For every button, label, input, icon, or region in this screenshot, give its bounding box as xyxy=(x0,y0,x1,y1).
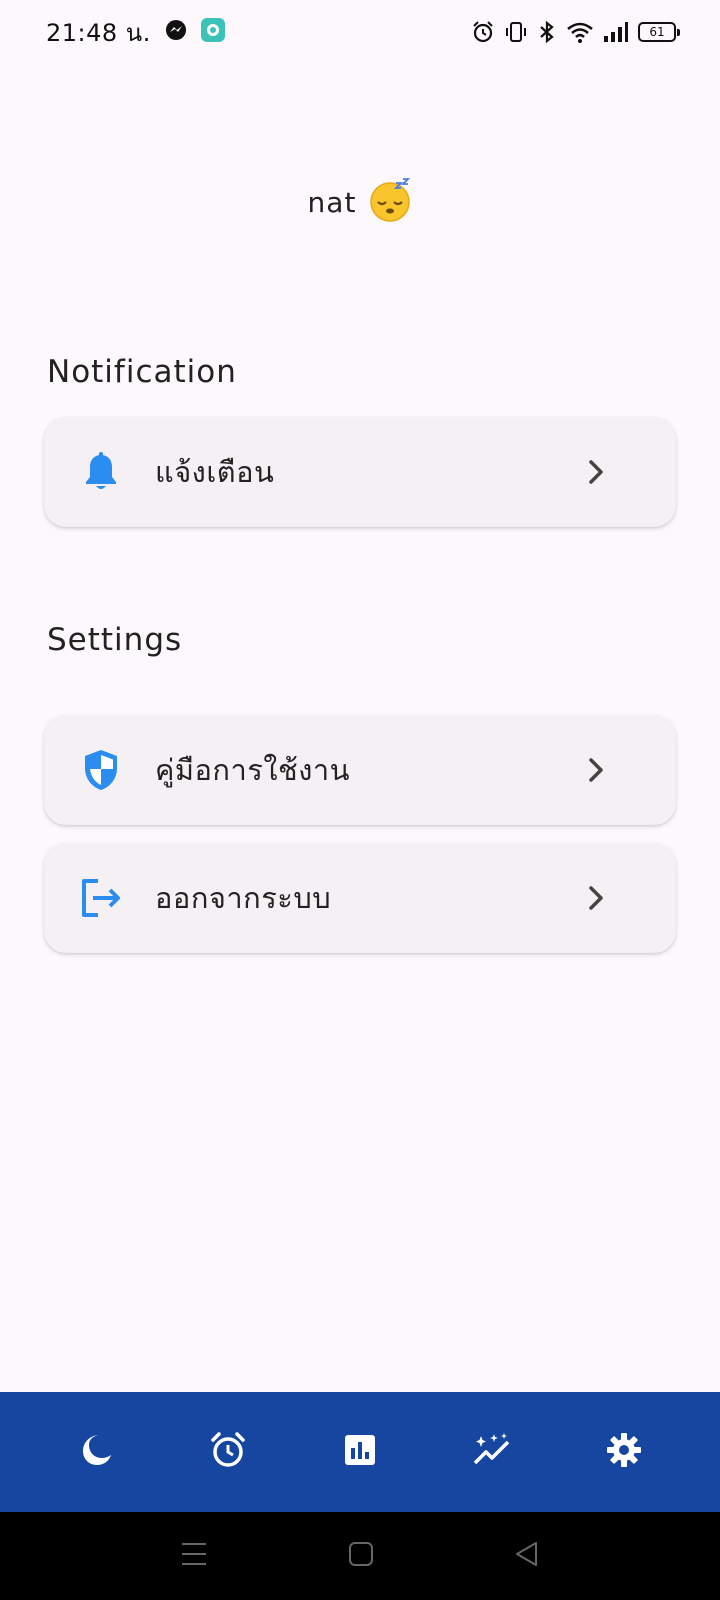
nav-insights-button[interactable] xyxy=(457,1417,527,1487)
bar-chart-icon xyxy=(343,1433,377,1471)
sleepy-face-icon xyxy=(368,178,412,226)
status-bar: 21:48 น. 61 xyxy=(0,0,720,64)
status-clock: 21:48 น. xyxy=(46,18,151,47)
recent-apps-icon[interactable] xyxy=(180,1541,208,1571)
nav-sleep-button[interactable] xyxy=(61,1417,131,1487)
alarm-clock-icon xyxy=(209,1431,247,1473)
status-right: 61 xyxy=(471,20,680,44)
moon-icon xyxy=(78,1432,114,1472)
system-navigation-bar xyxy=(0,1512,720,1600)
battery-icon: 61 xyxy=(638,22,680,42)
wifi-icon xyxy=(566,20,594,44)
notification-settings-item[interactable]: แจ้งเตือน xyxy=(44,417,676,527)
settings-gear-icon xyxy=(606,1432,642,1472)
chevron-right-icon xyxy=(576,878,616,918)
chevron-right-icon xyxy=(576,750,616,790)
signal-icon xyxy=(603,20,629,44)
bottom-navigation xyxy=(0,1392,720,1512)
chevron-right-icon xyxy=(576,452,616,492)
user-guide-item[interactable]: คู่มือการใช้งาน xyxy=(44,715,676,825)
nav-statistics-button[interactable] xyxy=(325,1417,395,1487)
profile-header: nat xyxy=(0,178,720,226)
bell-icon xyxy=(79,450,123,494)
alarm-icon xyxy=(471,20,495,44)
home-icon[interactable] xyxy=(348,1541,374,1571)
nav-alarm-button[interactable] xyxy=(193,1417,263,1487)
nav-settings-button[interactable] xyxy=(589,1417,659,1487)
vibrate-icon xyxy=(504,20,528,44)
notification-heading: Notification xyxy=(47,354,237,390)
settings-heading: Settings xyxy=(47,622,183,658)
chat-app-icon xyxy=(200,18,225,46)
bluetooth-icon xyxy=(537,20,557,44)
status-left: 21:48 น. xyxy=(46,13,225,52)
back-icon[interactable] xyxy=(514,1541,540,1571)
profile-name: nat xyxy=(307,185,357,219)
shield-icon xyxy=(79,748,123,792)
user-guide-label: คู่มือการใช้งาน xyxy=(155,753,350,787)
trending-sparkle-icon xyxy=(472,1432,512,1472)
logout-item[interactable]: ออกจากระบบ xyxy=(44,843,676,953)
logout-icon xyxy=(79,876,123,920)
notification-settings-label: แจ้งเตือน xyxy=(155,455,275,489)
logout-label: ออกจากระบบ xyxy=(155,881,332,915)
messenger-icon xyxy=(165,19,187,45)
